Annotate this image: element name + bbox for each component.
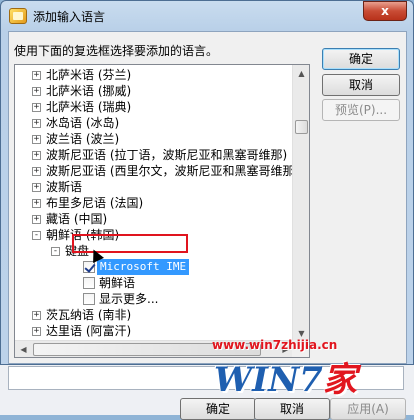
vertical-scrollbar[interactable]: ▲ ▼ bbox=[292, 65, 309, 342]
title-bar: 添加输入语言 x bbox=[1, 1, 413, 31]
tree-item-label: 藏语 (中国) bbox=[46, 212, 108, 226]
tree-item-label: 达里语 (阿富汗) bbox=[46, 324, 132, 338]
expand-icon[interactable]: + bbox=[32, 199, 41, 208]
background-ok-button[interactable]: 确定 bbox=[180, 398, 256, 420]
background-apply-button[interactable]: 应用(A) bbox=[330, 398, 406, 420]
tree-item-label: 冰岛语 (冰岛) bbox=[46, 116, 120, 130]
expand-icon[interactable]: + bbox=[32, 167, 41, 176]
expand-icon[interactable]: + bbox=[32, 103, 41, 112]
dialog-title: 添加输入语言 bbox=[33, 10, 106, 24]
tree-item-label: 北萨米语 (挪威) bbox=[46, 84, 132, 98]
show-more-checkbox[interactable] bbox=[83, 293, 95, 305]
expand-icon[interactable]: + bbox=[32, 135, 41, 144]
expand-icon[interactable]: + bbox=[32, 311, 41, 320]
tree-item-label: 北萨米语 (瑞典) bbox=[46, 100, 132, 114]
tree-item-label: 波兰语 (波兰) bbox=[46, 132, 120, 146]
language-tree-list: + 北萨米语 (芬兰) + 北萨米语 (挪威) + 北萨米语 (瑞典) + 冰岛… bbox=[15, 65, 294, 342]
language-tree[interactable]: + 北萨米语 (芬兰) + 北萨米语 (挪威) + 北萨米语 (瑞典) + 冰岛… bbox=[14, 64, 310, 358]
tree-item-label: 显示更多... bbox=[99, 292, 159, 306]
close-button[interactable]: x bbox=[363, 1, 407, 21]
close-icon: x bbox=[381, 4, 389, 18]
watermark-logo-text: WIN7 bbox=[214, 360, 323, 400]
expand-icon[interactable]: + bbox=[32, 183, 41, 192]
collapse-icon[interactable]: - bbox=[51, 247, 60, 256]
vertical-scroll-thumb[interactable] bbox=[295, 120, 308, 134]
expand-icon[interactable]: + bbox=[32, 215, 41, 224]
tree-item-label: 朝鲜语 bbox=[99, 276, 136, 290]
expand-icon[interactable]: + bbox=[32, 327, 41, 336]
preview-button[interactable]: 预览(P)... bbox=[322, 99, 400, 121]
tree-item-label: 北萨米语 (芬兰) bbox=[46, 68, 132, 82]
background-cancel-button[interactable]: 取消 bbox=[254, 398, 330, 420]
watermark-logo-suffix: 家 bbox=[322, 360, 357, 400]
tree-item-label: 波斯尼亚语 (西里尔文，波斯尼亚和黑塞哥维那) bbox=[46, 164, 294, 178]
tree-item-label: Microsoft IME bbox=[97, 259, 190, 275]
tree-item-label: 茨瓦纳语 (南非) bbox=[46, 308, 132, 322]
keyboard-app-icon bbox=[9, 8, 27, 24]
tree-item-label: 波斯语 bbox=[46, 180, 83, 194]
instruction-text: 使用下面的复选框选择要添加的语言。 bbox=[14, 44, 219, 58]
watermark-url: www.win7zhijia.cn bbox=[212, 338, 338, 352]
korean-checkbox[interactable] bbox=[83, 277, 95, 289]
watermark-logo: WIN7家 bbox=[214, 352, 357, 401]
expand-icon[interactable]: + bbox=[32, 71, 41, 80]
scroll-left-icon[interactable]: ◀ bbox=[15, 341, 32, 357]
expand-icon[interactable]: + bbox=[32, 151, 41, 160]
scroll-up-icon[interactable]: ▲ bbox=[293, 65, 309, 82]
ok-button[interactable]: 确定 bbox=[322, 48, 400, 70]
collapse-icon[interactable]: - bbox=[32, 231, 41, 240]
expand-icon[interactable]: + bbox=[32, 119, 41, 128]
expand-icon[interactable]: + bbox=[32, 87, 41, 96]
tree-item-label: 布里多尼语 (法国) bbox=[46, 196, 144, 210]
tree-item-label: 波斯尼亚语 (拉丁语，波斯尼亚和黑塞哥维那) bbox=[46, 148, 288, 162]
cancel-button[interactable]: 取消 bbox=[322, 74, 400, 96]
